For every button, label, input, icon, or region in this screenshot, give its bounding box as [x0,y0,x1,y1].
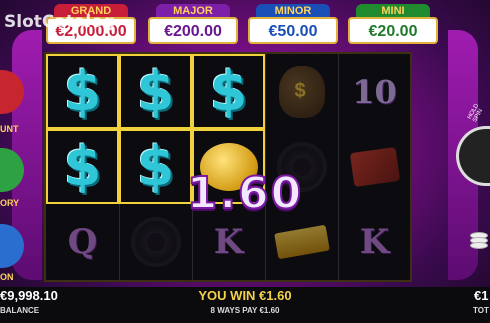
reel-1: $ $ Q [46,54,120,280]
coins-icon[interactable] [470,232,488,250]
balance-value: €9,998.10 [0,288,58,303]
watermark: SlotCatalog [4,12,116,32]
symbol-cell: $ [119,54,192,129]
symbol-cell: Q [46,204,119,279]
jackpot-mini-label: MINI [356,4,430,18]
total-bet-value: €1 [474,288,489,303]
symbol-cell: $ [46,129,119,204]
symbol-cell: $ [46,54,119,129]
side-label-3: ON [0,272,14,282]
reel-2: $ $ [119,54,193,280]
total-bet-label: TOT [473,306,489,315]
jackpot-minor-label: MINOR [256,4,330,18]
symbol-cell [265,54,338,129]
jackpot-mini-value: €20.00 [348,17,438,44]
symbol-cell: K [338,204,411,279]
jackpot-minor: MINOR €50.00 [246,4,340,46]
you-win-text: YOU WIN €1.60 [198,288,292,303]
side-label-2: ORY [0,198,20,208]
gold-bar-icon [273,224,330,259]
jackpot-major: MAJOR €200.00 [146,4,240,46]
dollar-symbol-icon: $ [63,60,102,123]
coin-icon [470,242,488,249]
symbol-cell [338,129,411,204]
ways-pay-text: 8 WAYS PAY €1.60 [210,306,280,315]
dollar-symbol-icon: $ [63,135,102,198]
letter-symbol: K [359,221,390,262]
wheel-symbol-icon [130,216,181,267]
ten-symbol: 10 [352,72,397,111]
dollar-symbol-icon: $ [136,60,175,123]
reel-3: $ K [192,54,266,280]
side-label-1: UNT [0,124,19,134]
dollar-symbol-icon: $ [209,60,248,123]
reel-4 [265,54,339,280]
jackpot-minor-value: €50.00 [248,17,338,44]
jackpot-major-label: MAJOR [156,4,230,18]
symbol-cell: 10 [338,54,411,129]
reel-grid: $ $ Q $ $ $ K $ 10 K [44,52,412,282]
win-amount: 1.60 [186,167,304,220]
wallet-icon [349,146,400,187]
letter-symbol: K [213,221,244,262]
jackpot-mini: MINI €20.00 [346,4,440,46]
letter-symbol: Q [67,221,98,262]
balance-label: BALANCE [0,306,40,315]
reel-5: 10 K [338,54,411,280]
jackpot-major-value: €200.00 [148,17,238,44]
symbol-cell: $ [192,54,265,129]
money-bag-icon [278,65,325,118]
